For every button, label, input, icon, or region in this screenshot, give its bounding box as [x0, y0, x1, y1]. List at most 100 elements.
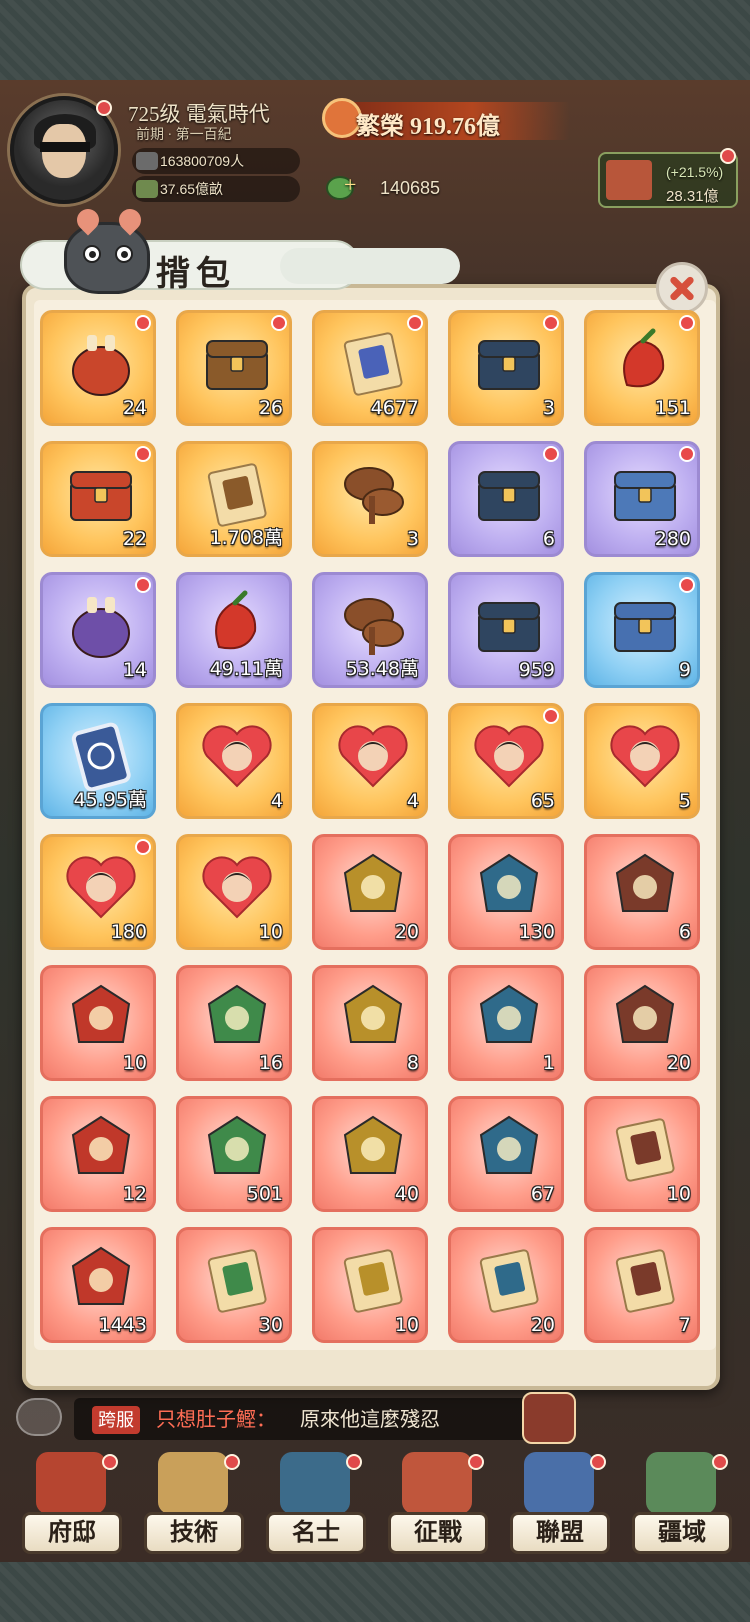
bag-item-count: 4	[270, 790, 283, 812]
nav-label: 征戰	[388, 1512, 488, 1554]
bag-item-lingzhi-mushroom[interactable]: 3	[312, 441, 428, 557]
bag-item-gold-scroll[interactable]: 10	[584, 1096, 700, 1212]
bag-item-blue-puzzle-chest[interactable]: 9	[584, 572, 700, 688]
bag-item-count: 6	[678, 921, 691, 943]
bag-item-heart-portrait-3[interactable]: 65	[448, 703, 564, 819]
puzzle-chest-icon	[614, 471, 676, 521]
bag-item-lotus-orb[interactable]: 501	[176, 1096, 292, 1212]
bonus-percent: (+21.5%)	[666, 164, 724, 180]
population-value: 163800709人	[160, 153, 245, 169]
bag-item-count: 6	[542, 528, 555, 550]
golden-token-icon	[479, 853, 539, 912]
bag-item-ox-mask[interactable]: 1	[448, 965, 564, 1081]
chat-bubble-icon[interactable]	[16, 1398, 62, 1436]
land-deed-icon	[207, 463, 267, 527]
bag-item-heart-portrait-1[interactable]: 4	[176, 703, 292, 819]
bag-item-count: 4677	[370, 397, 419, 419]
bag-item-heart-portrait-2[interactable]: 4	[312, 703, 428, 819]
bag-item-blue-relic[interactable]: 40	[312, 1096, 428, 1212]
lotus-orb-icon	[207, 1115, 267, 1174]
nav-notification-dot	[468, 1454, 484, 1470]
bag-item-golden-token[interactable]: 130	[448, 834, 564, 950]
bag-item-count: 20	[394, 921, 419, 943]
bag-item-armor-plates[interactable]: 1443	[40, 1227, 156, 1343]
bag-item-portrait-gem[interactable]: 6	[584, 834, 700, 950]
player-era: 電氣時代	[185, 102, 270, 126]
chat-house-icon[interactable]	[522, 1392, 576, 1444]
bonus-value: 28.31億	[666, 188, 719, 205]
status-bar	[0, 0, 750, 80]
nav-item-5[interactable]: 疆域	[626, 1446, 736, 1562]
bag-item-chili-pepper[interactable]: 151	[584, 310, 700, 426]
bag-item-treasure-chest-open[interactable]: 26	[176, 310, 292, 426]
bag-item-gold-gem-scroll[interactable]: 7	[584, 1227, 700, 1343]
ox-mask-icon	[479, 984, 539, 1043]
new-item-dot	[679, 315, 695, 331]
bag-item-crossbow-scroll[interactable]: 10	[312, 1227, 428, 1343]
nav-label: 技術	[144, 1512, 244, 1554]
bag-item-heart-portrait-4[interactable]: 5	[584, 703, 700, 819]
bag-item-count: 10	[258, 921, 283, 943]
prosperity-label: 繁榮	[356, 114, 404, 140]
gold-tablet-icon	[615, 984, 675, 1043]
bag-item-gold-tablet[interactable]: 20	[584, 965, 700, 1081]
nav-notification-dot	[102, 1454, 118, 1470]
bag-item-heart-portrait-5[interactable]: 180	[40, 834, 156, 950]
gold-chest-icon	[478, 471, 540, 521]
heart-portrait-1-icon	[202, 725, 272, 788]
bag-item-count: 10	[122, 1052, 147, 1074]
nav-item-0[interactable]: 府邸	[16, 1446, 126, 1562]
bag-item-portrait-gem-2[interactable]: 12	[40, 1096, 156, 1212]
gold-scroll-icon	[615, 1118, 675, 1182]
nav-label: 府邸	[22, 1512, 122, 1554]
nav-notification-dot	[590, 1454, 606, 1470]
red-pepper-icon	[215, 590, 257, 650]
bag-item-land-deed[interactable]: 1.708萬	[176, 441, 292, 557]
bag-item-jade-crystal[interactable]: 8	[312, 965, 428, 1081]
bag-item-count: 67	[530, 1183, 555, 1205]
bag-item-count: 4	[406, 790, 419, 812]
bag-item-jade-stone[interactable]: 16	[176, 965, 292, 1081]
bag-item-heart-portrait-6[interactable]: 10	[176, 834, 292, 950]
nav-item-4[interactable]: 聯盟	[504, 1446, 614, 1562]
nav-icon-4	[524, 1452, 594, 1514]
bag-item-lingzhi-mushroom-purple[interactable]: 53.48萬	[312, 572, 428, 688]
bag-item-blue-chest-purple[interactable]: 959	[448, 572, 564, 688]
coin-plus-icon[interactable]: +	[344, 172, 356, 198]
heart-portrait-5-icon	[66, 856, 136, 919]
chat-message: 原來他這麼殘忍	[300, 1409, 440, 1431]
blue-puzzle-chest-icon	[614, 602, 676, 652]
shop-icon	[606, 160, 652, 200]
nav-notification-dot	[224, 1454, 240, 1470]
bag-item-sword-scroll[interactable]: 30	[176, 1227, 292, 1343]
bag-item-count: 130	[518, 921, 555, 943]
bag-item-count: 16	[258, 1052, 283, 1074]
nav-item-2[interactable]: 名士	[260, 1446, 370, 1562]
bag-item-bag-purple[interactable]: 14	[40, 572, 156, 688]
nav-item-1[interactable]: 技術	[138, 1446, 248, 1562]
heart-portrait-2-icon	[338, 725, 408, 788]
bag-item-gold-chest[interactable]: 6	[448, 441, 564, 557]
bag-item-bag-gold[interactable]: 24	[40, 310, 156, 426]
gold-gem-scroll-icon	[615, 1249, 675, 1313]
bag-item-red-pepper[interactable]: 49.11萬	[176, 572, 292, 688]
close-icon[interactable]	[656, 262, 708, 314]
land-icon	[136, 180, 158, 198]
nav-item-3[interactable]: 征戰	[382, 1446, 492, 1562]
bag-item-count: 40	[394, 1183, 419, 1205]
bag-item-jade-seal[interactable]: 67	[448, 1096, 564, 1212]
new-item-dot	[543, 708, 559, 724]
dragon-eye-right	[115, 245, 133, 263]
bag-item-moon-card[interactable]: 45.95萬	[40, 703, 156, 819]
bag-item-blue-chest[interactable]: 3	[448, 310, 564, 426]
bag-item-strawberries[interactable]: 20	[312, 834, 428, 950]
nav-label: 聯盟	[510, 1512, 610, 1554]
bag-item-puzzle-chest[interactable]: 280	[584, 441, 700, 557]
bag-item-scroll-card[interactable]: 4677	[312, 310, 428, 426]
bag-item-blue-book[interactable]: 10	[40, 965, 156, 1081]
nav-icon-2	[280, 1452, 350, 1514]
jade-stone-icon	[207, 984, 267, 1043]
bag-item-count: 3	[406, 528, 419, 550]
bag-item-dragon-blade-scroll[interactable]: 20	[448, 1227, 564, 1343]
bag-item-card-chest[interactable]: 22	[40, 441, 156, 557]
